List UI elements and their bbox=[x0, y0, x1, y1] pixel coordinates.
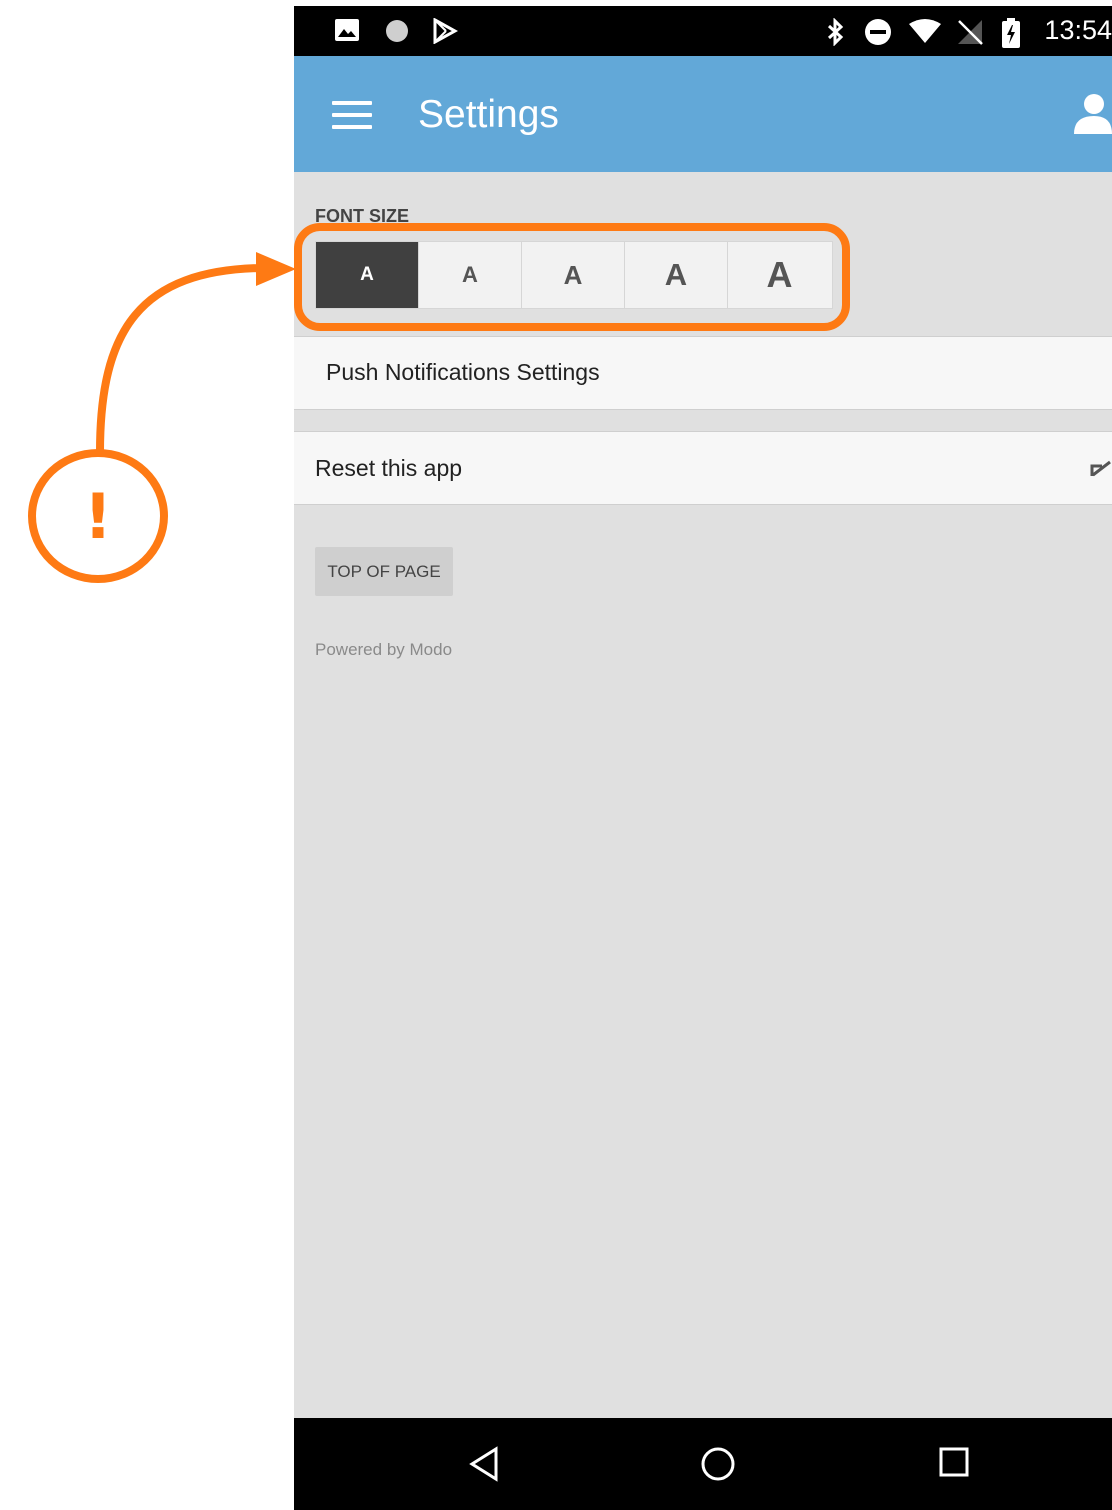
recents-icon[interactable] bbox=[938, 1446, 970, 1478]
warning-icon: ! bbox=[28, 449, 168, 583]
top-of-page-button[interactable]: TOP OF PAGE bbox=[315, 547, 453, 596]
powered-by-text: Powered by Modo bbox=[315, 640, 453, 659]
navigation-bar bbox=[294, 1418, 1112, 1510]
no-signal-icon bbox=[958, 20, 983, 45]
home-icon[interactable] bbox=[700, 1446, 736, 1482]
circle-icon bbox=[386, 20, 408, 42]
app-bar: Settings bbox=[294, 56, 1112, 172]
font-size-option-5[interactable]: A bbox=[728, 242, 831, 308]
hamburger-menu-icon[interactable] bbox=[332, 101, 372, 129]
bluetooth-icon bbox=[827, 18, 844, 46]
status-bar: 13:54 bbox=[294, 6, 1112, 56]
page-title: Settings bbox=[418, 93, 559, 136]
font-size-option-3[interactable]: A bbox=[522, 242, 625, 308]
reset-app-label: Reset this app bbox=[315, 455, 463, 481]
person-icon[interactable] bbox=[1070, 92, 1112, 134]
status-time: 13:54 bbox=[1044, 15, 1112, 45]
font-size-option-1[interactable]: A bbox=[316, 242, 419, 308]
wifi-icon bbox=[909, 19, 941, 43]
do-not-disturb-icon bbox=[865, 19, 891, 45]
play-store-icon bbox=[433, 18, 458, 44]
battery-charging-icon bbox=[1002, 18, 1020, 48]
phone-screen: 13:54 Settings FONT SIZE A A A A A Push … bbox=[294, 6, 1112, 1510]
back-icon[interactable] bbox=[468, 1446, 500, 1482]
push-notifications-label: Push Notifications Settings bbox=[326, 359, 600, 385]
font-size-option-2[interactable]: A bbox=[419, 242, 522, 308]
reset-app-row[interactable]: Reset this app bbox=[294, 431, 1112, 505]
font-size-label: FONT SIZE bbox=[315, 206, 409, 226]
font-size-option-4[interactable]: A bbox=[625, 242, 728, 308]
push-notifications-row[interactable]: Push Notifications Settings bbox=[294, 336, 1112, 410]
image-icon bbox=[335, 19, 359, 41]
font-size-selector: A A A A A bbox=[315, 241, 833, 309]
reset-arrow-icon bbox=[1090, 460, 1111, 477]
